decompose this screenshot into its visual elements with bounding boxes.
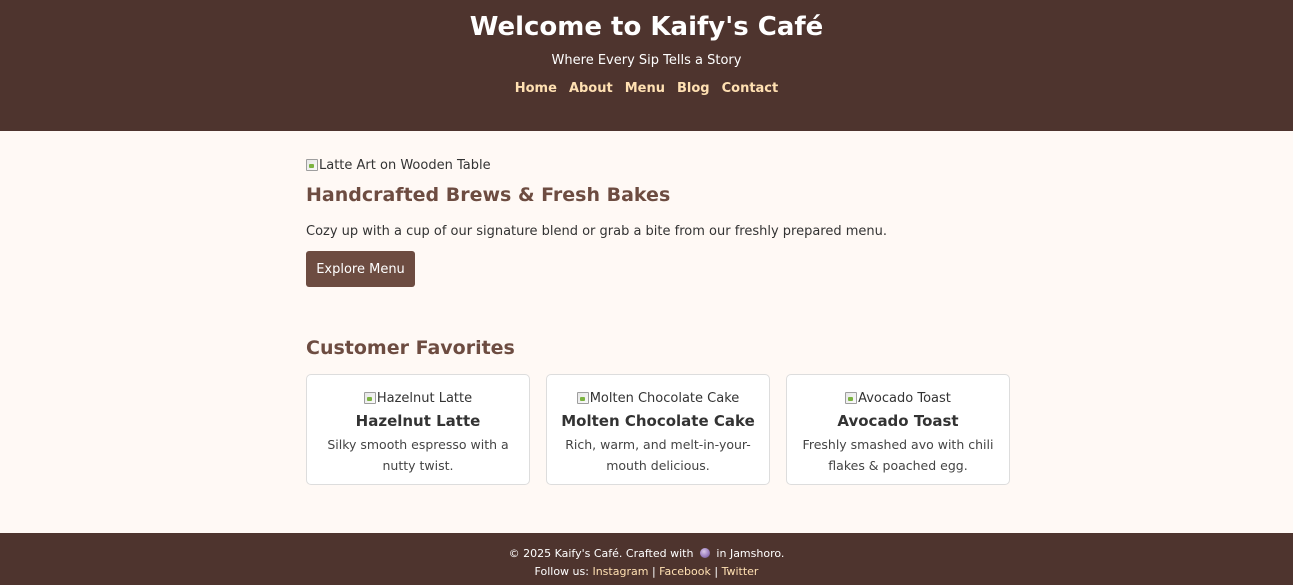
coffee-icon (699, 548, 710, 558)
nav-link-about[interactable]: About (569, 80, 613, 97)
broken-image-icon (363, 392, 376, 404)
card-title: Hazelnut Latte (355, 412, 481, 430)
card-image-alt: Avocado Toast (858, 390, 951, 406)
site-header: Welcome to Kaify's Café Where Every Sip … (0, 0, 1293, 131)
favorite-card-molten-chocolate-cake: Molten Chocolate Cake Molten Chocolate C… (546, 374, 770, 485)
hero-image-alt: Latte Art on Wooden Table (319, 157, 491, 173)
card-description: Freshly smashed avo with chili flakes & … (802, 437, 994, 473)
link-separator: | (651, 565, 656, 578)
broken-image-icon (306, 159, 318, 171)
site-footer: © 2025 Kaify's Café. Crafted with in Jam… (0, 533, 1293, 585)
site-tagline: Where Every Sip Tells a Story (551, 53, 742, 68)
footer-copyright: © 2025 Kaify's Café. Crafted with in Jam… (0, 545, 1293, 563)
hero-text: Cozy up with a cup of our signature blen… (306, 224, 888, 239)
copyright-location: in Jamshoro. (716, 547, 785, 560)
nav-link-home[interactable]: Home (515, 80, 557, 97)
main-nav: Home About Menu Blog Contact (0, 80, 1293, 97)
nav-link-contact[interactable]: Contact (722, 80, 779, 97)
card-image: Avocado Toast (845, 390, 951, 407)
favorites-cards: Hazelnut Latte Hazelnut Latte Silky smoo… (306, 374, 1010, 485)
facebook-link[interactable]: Facebook (659, 565, 711, 578)
nav-link-blog[interactable]: Blog (677, 80, 710, 97)
card-title: Molten Chocolate Cake (561, 412, 755, 430)
copyright-text: © 2025 Kaify's Café. Crafted with (508, 547, 694, 560)
follow-label: Follow us: (534, 565, 589, 578)
explore-menu-button[interactable]: Explore Menu (306, 251, 415, 287)
hero-section: Latte Art on Wooden Table Handcrafted Br… (306, 156, 1010, 287)
card-image-alt: Molten Chocolate Cake (589, 390, 740, 406)
broken-image-icon (576, 392, 589, 404)
card-title: Avocado Toast (837, 412, 959, 430)
twitter-link[interactable]: Twitter (722, 565, 759, 578)
card-image: Molten Chocolate Cake (576, 390, 740, 407)
footer-social: Follow us: Instagram | Facebook | Twitte… (0, 563, 1293, 581)
favorites-heading: Customer Favorites (306, 337, 515, 359)
link-separator: | (714, 565, 719, 578)
card-description: Rich, warm, and melt-in-your-mouth delic… (565, 437, 751, 473)
favorite-card-avocado-toast: Avocado Toast Avocado Toast Freshly smas… (786, 374, 1010, 485)
instagram-link[interactable]: Instagram (592, 565, 648, 578)
nav-link-menu[interactable]: Menu (625, 80, 665, 97)
favorite-card-hazelnut-latte: Hazelnut Latte Hazelnut Latte Silky smoo… (306, 374, 530, 485)
card-description: Silky smooth espresso with a nutty twist… (327, 437, 509, 473)
card-image-alt: Hazelnut Latte (376, 390, 473, 406)
site-title: Welcome to Kaify's Café (469, 12, 824, 42)
hero-heading: Handcrafted Brews & Fresh Bakes (306, 184, 671, 206)
broken-image-icon (845, 392, 858, 404)
hero-image: Latte Art on Wooden Table (306, 157, 491, 174)
card-image: Hazelnut Latte (363, 390, 473, 407)
